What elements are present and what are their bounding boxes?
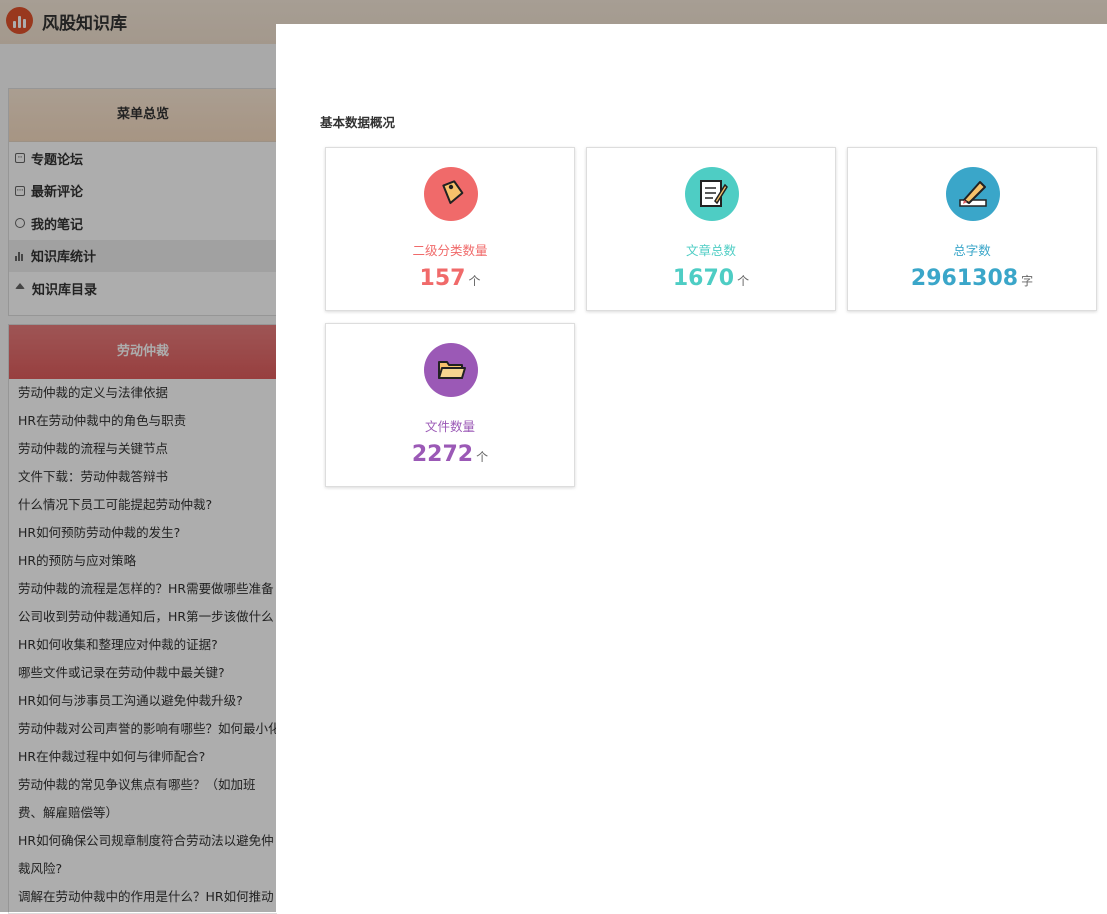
stat-card-articles: 文章总数 1670 个 <box>586 147 836 311</box>
tag-icon <box>424 167 478 221</box>
document-icon <box>685 167 739 221</box>
stats-title: 基本数据概况 <box>320 115 396 130</box>
stat-card-files: 文件数量 2272 个 <box>325 323 575 487</box>
stat-label: 二级分类数量 <box>412 243 488 258</box>
stat-value-row: 2961308 字 <box>848 266 1096 291</box>
stat-label: 文章总数 <box>685 243 736 258</box>
stat-unit: 字 <box>1021 274 1034 288</box>
folder-icon <box>424 343 478 397</box>
stat-value-row: 157 个 <box>326 266 574 291</box>
stat-card-categories: 二级分类数量 157 个 <box>325 147 575 311</box>
stats-panel: 基本数据概况 二级分类数量 157 个 文章总数 1670 个 总字数 2961… <box>276 24 1107 912</box>
stat-unit: 个 <box>476 450 489 464</box>
stat-value-row: 2272 个 <box>326 442 574 467</box>
pencil-icon <box>946 167 1000 221</box>
stat-value: 2961308 <box>910 266 1019 291</box>
stat-label: 总字数 <box>953 243 991 258</box>
stat-unit: 个 <box>737 274 750 288</box>
stat-card-words: 总字数 2961308 字 <box>847 147 1097 311</box>
stat-value: 157 <box>419 266 466 291</box>
stat-value: 1670 <box>672 266 735 291</box>
stat-unit: 个 <box>468 274 481 288</box>
stat-value-row: 1670 个 <box>587 266 835 291</box>
stat-label: 文件数量 <box>424 419 475 434</box>
stat-value: 2272 <box>411 442 474 467</box>
